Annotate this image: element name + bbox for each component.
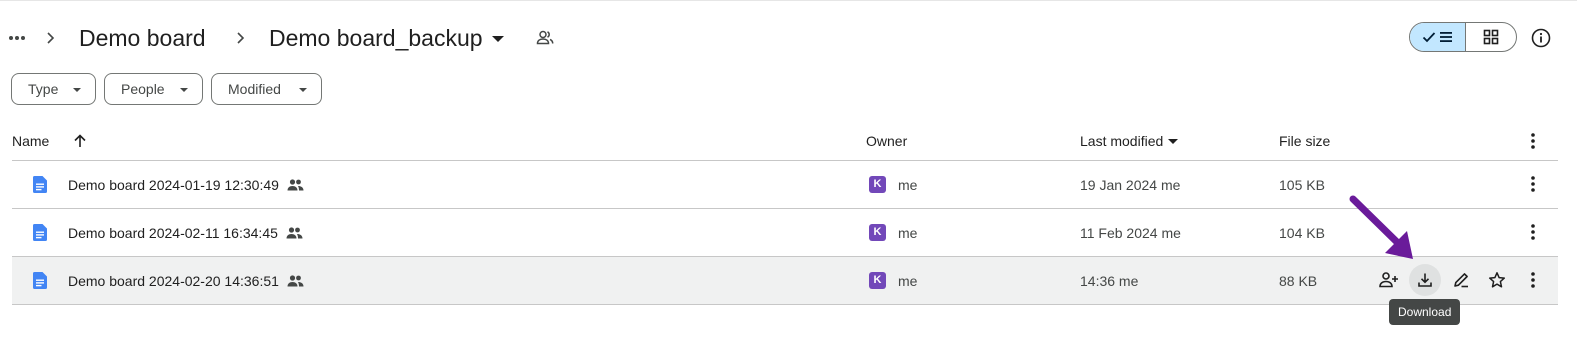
dropdown-caret-icon bbox=[491, 36, 504, 42]
type-filter-label: Type bbox=[28, 81, 59, 97]
person-add-icon bbox=[1379, 272, 1398, 288]
star-outline-icon bbox=[1488, 272, 1506, 288]
column-header-owner: Owner bbox=[866, 133, 908, 149]
table-row[interactable]: Demo board 2024-02-20 14:36:51 K me 14:3… bbox=[12, 257, 1558, 304]
dropdown-caret-icon bbox=[1168, 138, 1179, 144]
people-icon bbox=[287, 179, 304, 191]
breadcrumb-current-folder[interactable]: Demo board_backup bbox=[269, 24, 504, 52]
table-row[interactable]: Demo board 2024-02-11 16:34:45 K me 11 F… bbox=[12, 209, 1558, 256]
file-name-text: Demo board 2024-02-11 16:34:45 bbox=[68, 225, 278, 241]
file-name: Demo board 2024-02-11 16:34:45 bbox=[68, 224, 303, 242]
people-filter-chip[interactable]: People bbox=[104, 73, 203, 105]
divider bbox=[12, 304, 1558, 305]
more-vert-icon[interactable] bbox=[1524, 222, 1542, 242]
last-modified: 19 Jan 2024 me bbox=[1080, 177, 1181, 193]
dropdown-caret-icon bbox=[73, 88, 81, 92]
file-name: Demo board 2024-01-19 12:30:49 bbox=[68, 176, 304, 194]
table-row[interactable]: Demo board 2024-01-19 12:30:49 K me 19 J… bbox=[12, 161, 1558, 208]
rename-button[interactable] bbox=[1445, 264, 1477, 296]
file-size: 88 KB bbox=[1279, 273, 1318, 289]
owner-avatar: K bbox=[869, 272, 886, 289]
modified-filter-label: Modified bbox=[228, 81, 281, 97]
google-docs-icon bbox=[33, 224, 47, 241]
file-name-text: Demo board 2024-02-20 14:36:51 bbox=[68, 273, 279, 289]
column-options-more-vert-icon[interactable] bbox=[1524, 131, 1542, 151]
last-modified: 14:36 me bbox=[1080, 273, 1139, 289]
column-header-name[interactable]: Name bbox=[12, 132, 49, 150]
column-header-last-modified[interactable]: Last modified bbox=[1080, 132, 1179, 150]
dropdown-caret-icon bbox=[299, 88, 307, 92]
top-border bbox=[0, 0, 1577, 1]
column-header-file-size: File size bbox=[1279, 133, 1331, 149]
file-size: 104 KB bbox=[1279, 225, 1325, 241]
last-modified: 11 Feb 2024 me bbox=[1080, 225, 1181, 241]
chevron-right-icon bbox=[43, 31, 57, 45]
last-modified-label: Last modified bbox=[1080, 133, 1164, 149]
shared-folder-people-icon[interactable] bbox=[535, 28, 555, 48]
people-filter-label: People bbox=[121, 81, 165, 97]
grid-icon bbox=[1483, 29, 1499, 45]
breadcrumb-more-icon[interactable] bbox=[6, 27, 28, 49]
type-filter-chip[interactable]: Type bbox=[11, 73, 96, 105]
rename-pencil-icon bbox=[1454, 273, 1468, 288]
annotation-arrow-icon bbox=[1345, 193, 1423, 271]
more-vert-icon[interactable] bbox=[1524, 174, 1542, 194]
owner-avatar: K bbox=[869, 176, 886, 193]
download-tooltip: Download bbox=[1389, 299, 1461, 325]
modified-filter-chip[interactable]: Modified bbox=[211, 73, 322, 105]
owner-name: me bbox=[898, 273, 918, 289]
chevron-right-icon bbox=[233, 31, 247, 45]
breadcrumb-current-label: Demo board_backup bbox=[269, 25, 483, 51]
owner-avatar: K bbox=[869, 224, 886, 241]
file-name: Demo board 2024-02-20 14:36:51 bbox=[68, 272, 304, 290]
file-name-text: Demo board 2024-01-19 12:30:49 bbox=[68, 177, 279, 193]
google-docs-icon bbox=[33, 176, 47, 193]
check-icon bbox=[1422, 32, 1436, 43]
people-icon bbox=[287, 275, 304, 287]
download-icon bbox=[1418, 273, 1432, 287]
owner-name: me bbox=[898, 177, 918, 193]
info-icon[interactable] bbox=[1530, 27, 1552, 49]
people-icon bbox=[286, 227, 303, 239]
list-view-button[interactable] bbox=[1410, 23, 1466, 51]
more-vert-icon[interactable] bbox=[1524, 270, 1542, 290]
owner-name: me bbox=[898, 225, 918, 241]
sort-arrow-up-icon[interactable] bbox=[72, 133, 88, 149]
google-docs-icon bbox=[33, 272, 47, 289]
file-size: 105 KB bbox=[1279, 177, 1325, 193]
star-button[interactable] bbox=[1481, 264, 1513, 296]
list-icon bbox=[1440, 32, 1452, 42]
grid-view-button[interactable] bbox=[1466, 23, 1516, 51]
dropdown-caret-icon bbox=[180, 88, 188, 92]
view-toggle bbox=[1409, 22, 1517, 52]
breadcrumb-item-parent[interactable]: Demo board bbox=[79, 24, 206, 52]
